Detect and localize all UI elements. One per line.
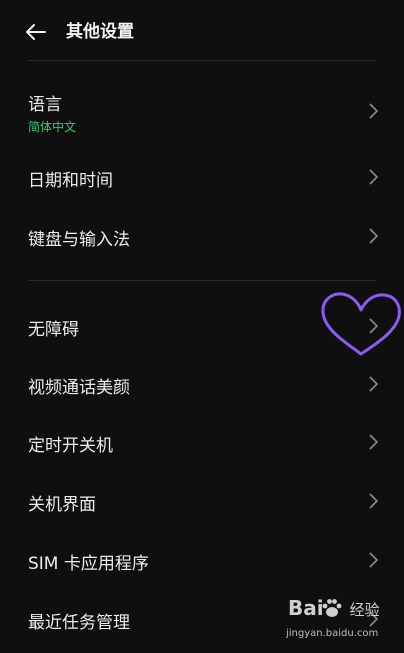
settings-row-shutdown-screen[interactable]: 关机界面	[0, 476, 404, 528]
watermark-url: jingyan.baidu.com	[286, 628, 379, 639]
divider	[28, 60, 376, 61]
settings-row-date-time[interactable]: 日期和时间	[0, 152, 404, 204]
chevron-right-icon	[369, 103, 379, 119]
row-label: 语言	[28, 95, 62, 115]
row-sub-value: 简体中文	[28, 120, 77, 134]
watermark: Bai 经验 jingyan.baidu.com	[284, 594, 402, 650]
settings-row-scheduled-power[interactable]: 定时开关机	[0, 417, 404, 469]
settings-row-video-beauty[interactable]: 视频通话美颜	[0, 359, 404, 411]
chevron-right-icon	[369, 376, 379, 392]
section-divider	[28, 280, 376, 281]
heart-annotation-icon	[321, 292, 401, 356]
row-label: 定时开关机	[28, 436, 113, 456]
chevron-right-icon	[369, 434, 379, 450]
row-label: 日期和时间	[28, 171, 113, 191]
chevron-right-icon	[369, 169, 379, 185]
settings-row-sim-apps[interactable]: SIM 卡应用程序	[0, 535, 404, 587]
row-label: 无障碍	[28, 320, 79, 340]
row-label: 键盘与输入法	[28, 230, 130, 250]
settings-row-language[interactable]: 语言 简体中文	[0, 82, 404, 144]
row-label: SIM 卡应用程序	[28, 554, 149, 574]
row-label: 关机界面	[28, 495, 96, 515]
paw-icon	[322, 599, 342, 617]
chevron-right-icon	[369, 228, 379, 244]
chevron-right-icon	[369, 493, 379, 509]
settings-row-keyboard[interactable]: 键盘与输入法	[0, 211, 404, 263]
page-title: 其他设置	[66, 22, 134, 42]
chevron-right-icon	[369, 552, 379, 568]
row-label: 视频通话美颜	[28, 378, 130, 398]
back-arrow-icon[interactable]	[24, 20, 48, 44]
row-label: 最近任务管理	[28, 613, 130, 633]
header: 其他设置	[0, 0, 404, 62]
